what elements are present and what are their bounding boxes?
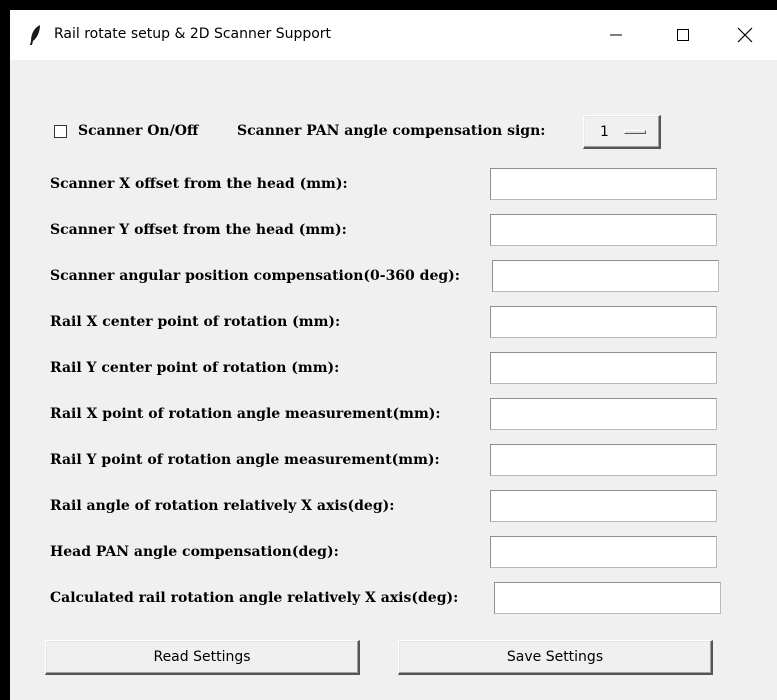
- field-label: Calculated rail rotation angle relativel…: [50, 590, 459, 606]
- field-row-scanner-x-offset: Scanner X offset from the head (mm):: [50, 168, 730, 202]
- scanner-x-offset-input[interactable]: [490, 168, 717, 200]
- scanner-onoff-checkbox[interactable]: [54, 125, 67, 138]
- field-label: Rail angle of rotation relatively X axis…: [50, 498, 395, 514]
- scanner-y-offset-input[interactable]: [490, 214, 717, 246]
- pan-sign-dropdown[interactable]: 1: [583, 115, 661, 149]
- field-label: Rail Y center point of rotation (mm):: [50, 360, 340, 376]
- rail-angle-input[interactable]: [490, 490, 717, 522]
- title-bar[interactable]: Rail rotate setup & 2D Scanner Support: [10, 10, 777, 60]
- field-row-scanner-angular-compensation: Scanner angular position compensation(0-…: [50, 260, 730, 294]
- window-title: Rail rotate setup & 2D Scanner Support: [54, 26, 332, 42]
- rail-y-center-input[interactable]: [490, 352, 717, 384]
- save-settings-button[interactable]: Save Settings: [398, 640, 713, 675]
- field-label: Rail Y point of rotation angle measureme…: [50, 452, 440, 468]
- close-icon: [737, 27, 753, 43]
- feather-icon: [30, 25, 40, 45]
- rail-x-center-input[interactable]: [490, 306, 717, 338]
- field-row-calculated-rail-angle: Calculated rail rotation angle relativel…: [50, 582, 730, 616]
- dropdown-indicator-icon: [624, 130, 646, 134]
- field-row-head-pan-compensation: Head PAN angle compensation(deg):: [50, 536, 730, 570]
- field-row-rail-angle: Rail angle of rotation relatively X axis…: [50, 490, 730, 524]
- read-settings-button[interactable]: Read Settings: [45, 640, 360, 675]
- field-label: Scanner angular position compensation(0-…: [50, 268, 460, 284]
- pan-sign-label: Scanner PAN angle compensation sign:: [237, 123, 546, 139]
- minimize-button[interactable]: [593, 10, 639, 60]
- field-row-rail-x-center: Rail X center point of rotation (mm):: [50, 306, 730, 340]
- settings-panel: Scanner On/Off Scanner PAN angle compens…: [10, 60, 777, 700]
- scanner-angular-compensation-input[interactable]: [492, 260, 719, 292]
- rail-y-measurement-input[interactable]: [490, 444, 717, 476]
- pan-sign-value: 1: [600, 124, 609, 140]
- calculated-rail-angle-input[interactable]: [494, 582, 721, 614]
- field-row-rail-x-measurement: Rail X point of rotation angle measureme…: [50, 398, 730, 432]
- maximize-button[interactable]: [660, 10, 706, 60]
- field-row-rail-y-measurement: Rail Y point of rotation angle measureme…: [50, 444, 730, 478]
- scanner-onoff-label[interactable]: Scanner On/Off: [78, 123, 198, 139]
- field-label: Scanner X offset from the head (mm):: [50, 176, 348, 192]
- close-button[interactable]: [722, 10, 768, 60]
- field-label: Scanner Y offset from the head (mm):: [50, 222, 347, 238]
- maximize-icon: [677, 29, 689, 41]
- head-pan-compensation-input[interactable]: [490, 536, 717, 568]
- scanner-options-row: Scanner On/Off Scanner PAN angle compens…: [52, 115, 752, 149]
- field-label: Rail X center point of rotation (mm):: [50, 314, 341, 330]
- field-label: Rail X point of rotation angle measureme…: [50, 406, 441, 422]
- field-label: Head PAN angle compensation(deg):: [50, 544, 339, 560]
- minimize-icon: [610, 34, 622, 36]
- field-row-scanner-y-offset: Scanner Y offset from the head (mm):: [50, 214, 730, 248]
- rail-x-measurement-input[interactable]: [490, 398, 717, 430]
- field-row-rail-y-center: Rail Y center point of rotation (mm):: [50, 352, 730, 386]
- app-window: Rail rotate setup & 2D Scanner Support S…: [10, 10, 777, 700]
